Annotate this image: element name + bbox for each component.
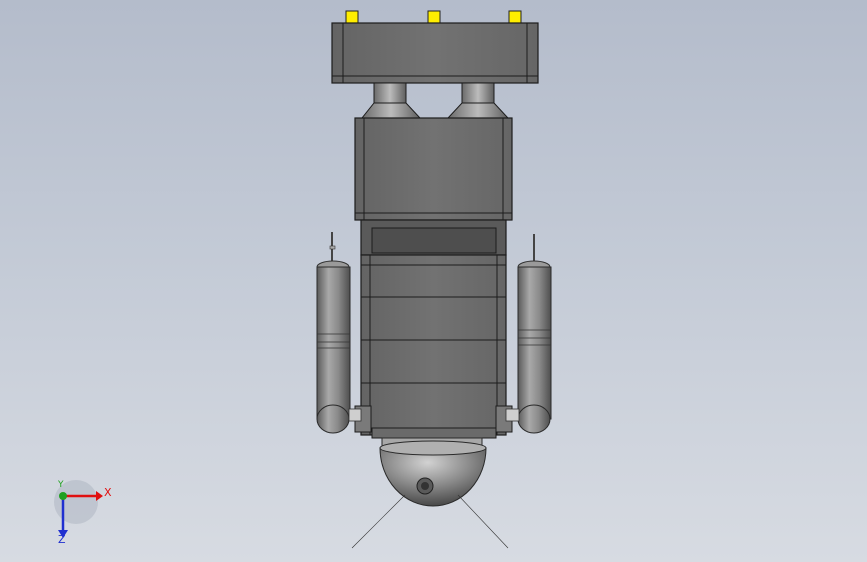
orientation-triad: X Y Z [48, 480, 118, 550]
neck-right [446, 82, 510, 119]
connector-pin-left [345, 10, 359, 24]
bottom-dome [379, 437, 487, 507]
right-cylinder [505, 234, 552, 434]
graphics-viewport[interactable]: X Y Z [0, 0, 867, 562]
triad-x-label: X [104, 486, 112, 499]
connector-pins [345, 10, 522, 24]
triad-z-label: Z [58, 533, 66, 546]
connector-pin-center [427, 10, 441, 24]
lower-block [354, 219, 513, 439]
3d-model[interactable] [0, 0, 867, 562]
y-axis-dot [59, 492, 67, 500]
neck-left [360, 82, 422, 119]
upper-block [354, 117, 513, 221]
connector-pin-right [508, 10, 522, 24]
left-cylinder [316, 232, 362, 434]
top-header-box [331, 22, 539, 84]
triad-y-label: Y [58, 480, 64, 490]
